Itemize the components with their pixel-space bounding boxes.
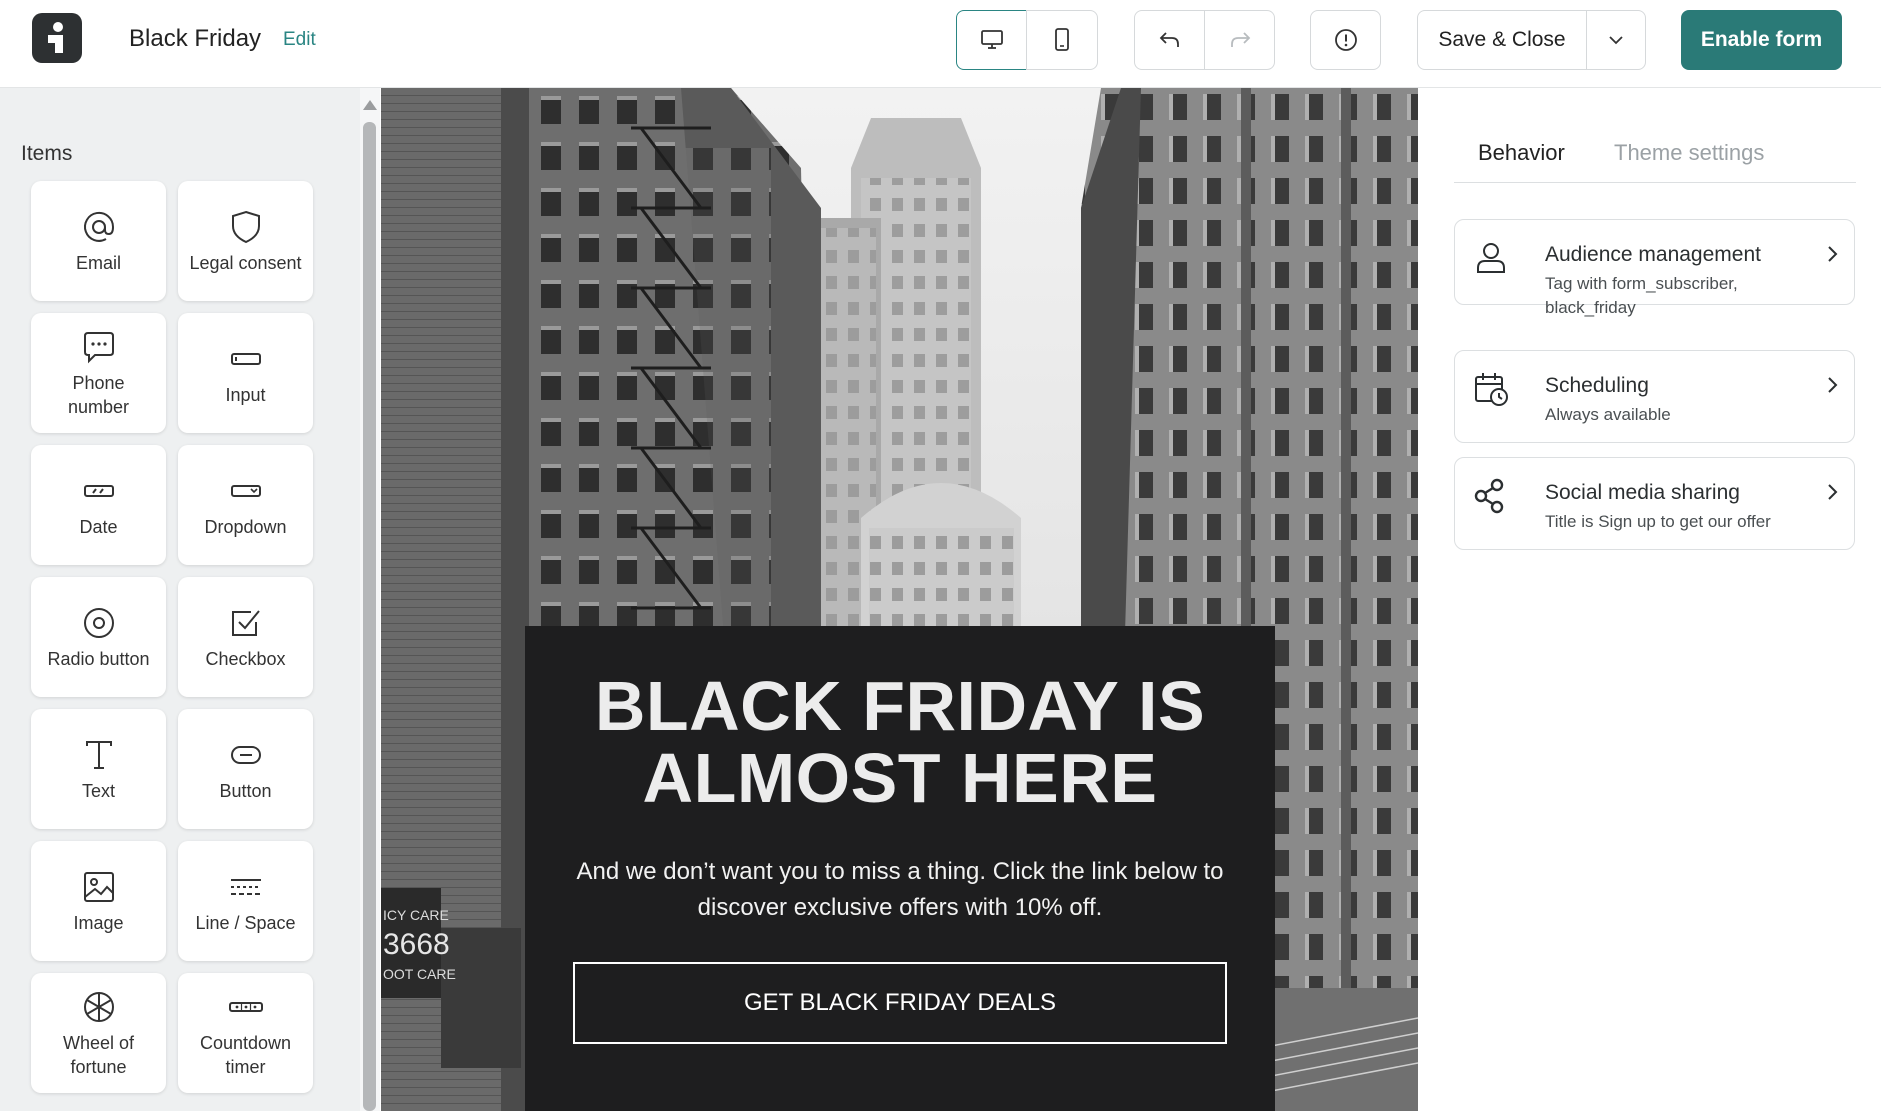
item-image[interactable]: Image: [31, 841, 166, 961]
save-options-button[interactable]: [1586, 10, 1646, 70]
shield-icon: [226, 207, 266, 247]
form-heading-line-1: BLACK FRIDAY IS: [594, 667, 1206, 745]
item-label: Radio button: [47, 649, 150, 669]
deals-cta-button[interactable]: GET BLACK FRIDAY DEALS: [573, 962, 1227, 1044]
item-label: Dropdown: [204, 517, 287, 537]
item-date[interactable]: Date: [31, 445, 166, 565]
redo-icon: [1230, 32, 1250, 47]
scroll-up-arrow-icon[interactable]: [363, 100, 377, 110]
desktop-icon: [980, 30, 1003, 49]
at-icon: [79, 207, 119, 247]
desktop-view-button[interactable]: [956, 10, 1027, 70]
item-label: Wheel of fortune: [62, 1033, 135, 1077]
line-space-icon: [226, 867, 266, 907]
social-media-sharing-card[interactable]: Social media sharing Title is Sign up to…: [1454, 457, 1855, 550]
tab-theme-settings[interactable]: Theme settings: [1614, 140, 1764, 166]
item-input[interactable]: Input: [178, 313, 313, 433]
item-label: Button: [219, 781, 272, 801]
scrollbar-thumb[interactable]: [363, 122, 376, 1111]
countdown-icon: [226, 987, 266, 1027]
item-radio-button[interactable]: Radio button: [31, 577, 166, 697]
settings-panel: Behavior Theme settings Audience managem…: [1418, 88, 1881, 1111]
item-label: Countdown timer: [199, 1033, 292, 1077]
svg-text:ICY CARE: ICY CARE: [383, 907, 449, 923]
item-text[interactable]: Text: [31, 709, 166, 829]
info-icon: [1334, 29, 1357, 51]
date-icon: [79, 471, 119, 511]
item-line-space[interactable]: Line / Space: [178, 841, 313, 961]
user-icon: [1477, 243, 1505, 273]
wheel-icon: [79, 987, 119, 1027]
redo-button[interactable]: [1204, 10, 1275, 70]
info-button[interactable]: [1310, 10, 1381, 70]
mobile-icon: [1055, 28, 1069, 51]
dropdown-icon: [226, 471, 266, 511]
form-preview-canvas[interactable]: ICY CARE 3668 OOT CARE BLACK FRIDAY IS A…: [381, 88, 1418, 1111]
item-email[interactable]: Email: [31, 181, 166, 301]
image-icon: [79, 867, 119, 907]
scheduling-card[interactable]: Scheduling Always available: [1454, 350, 1855, 443]
mobile-view-button[interactable]: [1026, 10, 1098, 70]
text-icon: [79, 735, 119, 775]
items-sidebar: Items Email Legal consent Phone number I…: [0, 88, 360, 1111]
item-dropdown[interactable]: Dropdown: [178, 445, 313, 565]
button-icon: [226, 735, 266, 775]
item-label: Line / Space: [195, 913, 296, 933]
enable-form-button[interactable]: Enable form: [1681, 10, 1842, 70]
app-logo[interactable]: [32, 13, 82, 63]
tabs-divider: [1454, 182, 1856, 183]
edit-title-link[interactable]: Edit: [283, 29, 316, 51]
radio-icon: [79, 603, 119, 643]
form-title: Black Friday: [129, 25, 262, 52]
svg-text:OOT CARE: OOT CARE: [383, 966, 456, 982]
item-legal-consent[interactable]: Legal consent: [178, 181, 313, 301]
item-label: Phone number: [67, 373, 130, 417]
item-wheel-of-fortune[interactable]: Wheel of fortune: [31, 973, 166, 1093]
input-icon: [226, 339, 266, 379]
form-heading-line-2: ALMOST HERE: [642, 739, 1158, 817]
card-title: Audience management: [1545, 243, 1761, 266]
svg-text:3668: 3668: [383, 928, 450, 961]
chevron-down-icon: [1609, 36, 1623, 45]
form-body-text[interactable]: And we don’t want you to miss a thing. C…: [565, 854, 1235, 926]
item-label: Text: [81, 781, 115, 801]
chevron-right-icon: [1828, 484, 1838, 500]
save-close-button[interactable]: Save & Close: [1417, 10, 1587, 70]
card-subtitle: Always available: [1545, 405, 1671, 424]
item-label: Date: [79, 517, 118, 537]
audience-management-card[interactable]: Audience management Tag with form_subscr…: [1454, 219, 1855, 317]
item-label: Email: [75, 253, 121, 273]
tab-behavior[interactable]: Behavior: [1478, 140, 1565, 166]
card-title: Social media sharing: [1545, 481, 1740, 504]
checkbox-icon: [226, 603, 266, 643]
item-label: Input: [225, 385, 266, 405]
chevron-right-icon: [1828, 246, 1838, 262]
share-icon: [1474, 478, 1504, 514]
item-checkbox[interactable]: Checkbox: [178, 577, 313, 697]
form-heading[interactable]: BLACK FRIDAY IS ALMOST HERE: [525, 670, 1275, 814]
item-label: Checkbox: [205, 649, 286, 669]
chat-icon: [79, 327, 119, 367]
logo-icon: [48, 22, 63, 53]
calendar-clock-icon: [1475, 373, 1508, 406]
items-heading: Items: [21, 142, 73, 165]
item-label: Legal consent: [189, 253, 302, 273]
card-subtitle: Title is Sign up to get our offer: [1545, 512, 1771, 531]
item-phone-number[interactable]: Phone number: [31, 313, 166, 433]
card-title: Scheduling: [1545, 374, 1649, 397]
item-label: Image: [73, 913, 124, 933]
undo-button[interactable]: [1134, 10, 1205, 70]
card-subtitle: Tag with form_subscriber, black_friday: [1545, 274, 1738, 317]
item-button[interactable]: Button: [178, 709, 313, 829]
undo-icon: [1159, 32, 1179, 47]
item-countdown-timer[interactable]: Countdown timer: [178, 973, 313, 1093]
signup-form-card[interactable]: BLACK FRIDAY IS ALMOST HERE And we don’t…: [525, 626, 1275, 1111]
chevron-right-icon: [1828, 377, 1838, 393]
top-bar: Black Friday Edit Save & Close Enable fo…: [0, 0, 1881, 88]
